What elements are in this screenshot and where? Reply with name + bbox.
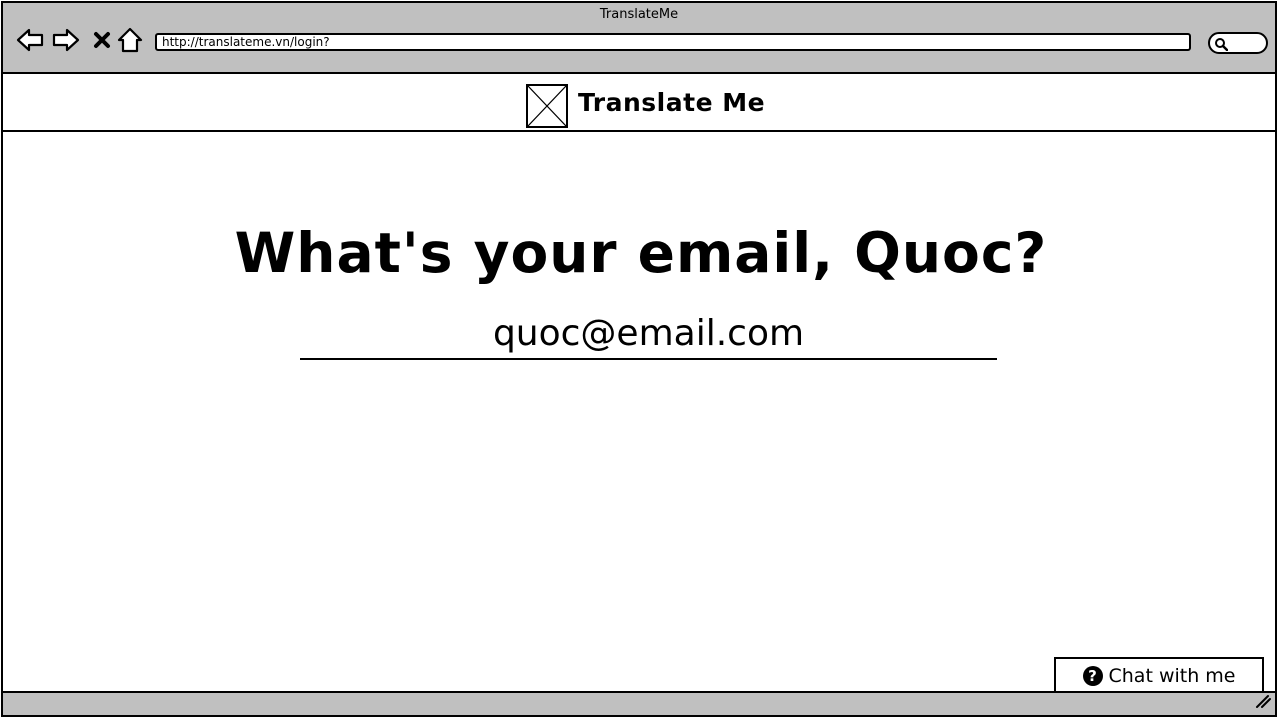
browser-toolbar: TranslateMe http://translateme.vn/login? bbox=[3, 3, 1275, 74]
chat-button[interactable]: ? Chat with me bbox=[1054, 657, 1264, 694]
window-title: TranslateMe bbox=[599, 7, 679, 22]
home-icon[interactable] bbox=[115, 25, 145, 55]
brand-name: Translate Me bbox=[578, 88, 766, 117]
resize-grip-icon[interactable] bbox=[1255, 693, 1271, 712]
question-circle-icon: ? bbox=[1082, 665, 1103, 686]
status-bar bbox=[3, 691, 1275, 715]
search-box[interactable] bbox=[1208, 32, 1268, 54]
search-icon bbox=[1214, 36, 1229, 55]
browser-window: TranslateMe http://translateme.vn/login?… bbox=[1, 1, 1277, 717]
back-arrow-icon[interactable] bbox=[15, 25, 45, 55]
page-title: What's your email, Quoc? bbox=[234, 221, 1048, 285]
image-placeholder-icon bbox=[526, 84, 568, 128]
address-bar[interactable]: http://translateme.vn/login? bbox=[155, 33, 1191, 51]
forward-arrow-icon[interactable] bbox=[51, 25, 81, 55]
email-field[interactable] bbox=[300, 308, 997, 360]
site-header: Translate Me bbox=[3, 74, 1275, 132]
close-icon[interactable] bbox=[87, 25, 117, 55]
chat-button-label: Chat with me bbox=[1108, 664, 1236, 687]
